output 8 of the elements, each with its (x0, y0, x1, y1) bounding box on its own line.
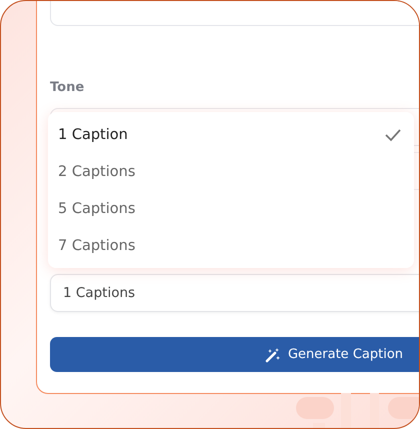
dropdown-option[interactable]: 7 Captions (48, 227, 414, 264)
tone-label: Tone (50, 80, 86, 96)
dropdown-option[interactable]: 1 Caption (48, 116, 414, 153)
magic-wand-icon (264, 346, 281, 362)
generate-caption-button[interactable]: Generate Caption (50, 337, 419, 372)
check-icon (384, 128, 402, 142)
dropdown-option[interactable]: 5 Captions (48, 190, 414, 227)
caption-count-field[interactable]: 1 Captions (50, 274, 419, 312)
